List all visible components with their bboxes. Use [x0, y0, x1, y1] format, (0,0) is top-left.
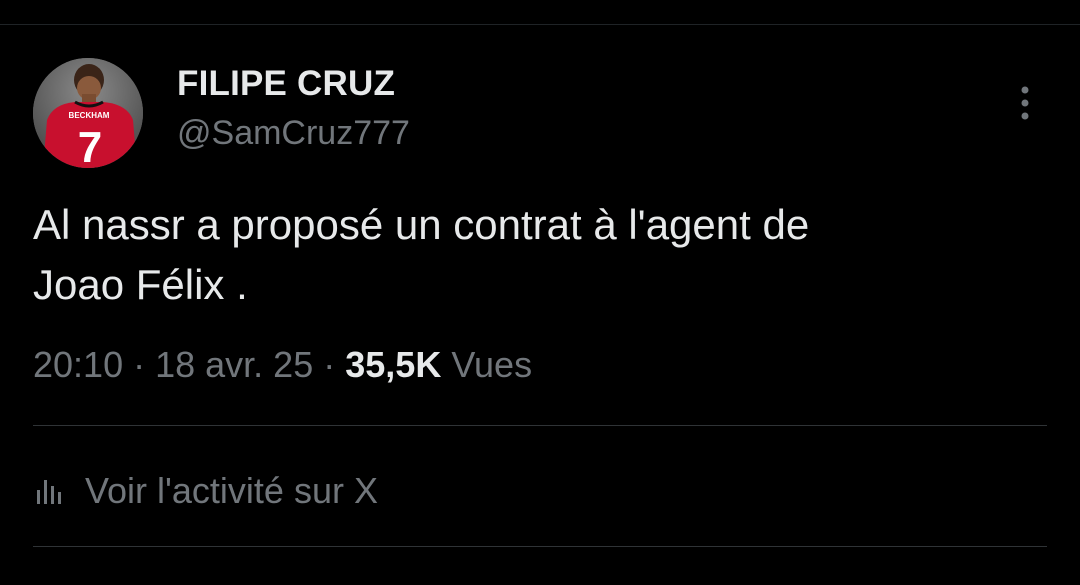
avatar-jersey-name: BECKHAM [69, 111, 110, 120]
divider [33, 546, 1047, 547]
tweet-detail-view: BECKHAM 7 FILIPE CRUZ @SamCruz777 Al nas… [0, 0, 1080, 585]
tweet-text-line-2: Joao Félix . [33, 261, 248, 308]
avatar-jersey-number: 7 [78, 123, 102, 168]
tweet-text-line-1: Al nassr a proposé un contrat à l'agent … [33, 201, 810, 248]
meta-separator: · [133, 344, 156, 385]
tweet-date[interactable]: 18 avr. 25 [155, 344, 313, 385]
tweet-time[interactable]: 20:10 [33, 344, 123, 385]
views-count: 35,5K [345, 344, 442, 385]
top-divider [0, 24, 1080, 25]
more-vertical-icon[interactable] [1010, 82, 1040, 124]
views-label: Vues [451, 344, 533, 385]
tweet-meta: 20:10 · 18 avr. 25 · 35,5K Vues [33, 344, 532, 386]
avatar-image: BECKHAM 7 [33, 58, 143, 168]
avatar[interactable]: BECKHAM 7 [33, 58, 143, 168]
divider [33, 425, 1047, 426]
view-activity-button[interactable]: Voir l'activité sur X [33, 468, 378, 514]
view-activity-label: Voir l'activité sur X [85, 470, 378, 511]
display-name[interactable]: FILIPE CRUZ [177, 64, 395, 104]
tweet-text: Al nassr a proposé un contrat à l'agent … [33, 195, 1043, 315]
meta-separator: · [323, 344, 346, 385]
user-handle[interactable]: @SamCruz777 [177, 114, 410, 153]
bar-chart-icon [33, 476, 67, 506]
